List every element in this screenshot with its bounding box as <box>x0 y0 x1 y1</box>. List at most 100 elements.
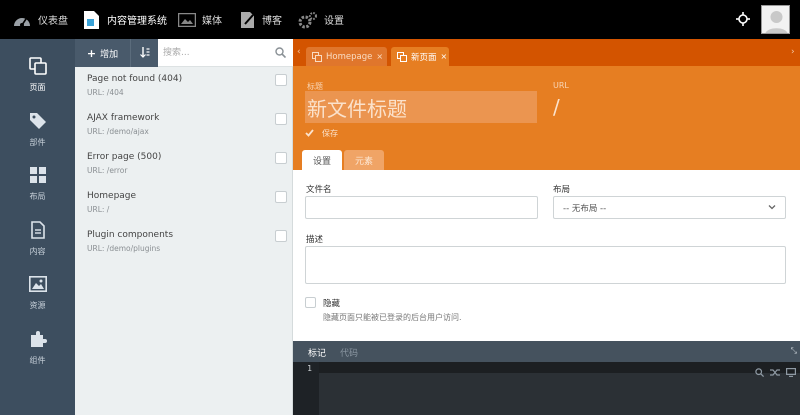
media-icon <box>178 12 196 27</box>
page-item-checkbox[interactable] <box>275 74 287 86</box>
description-textarea[interactable] <box>305 246 786 284</box>
code-editor[interactable] <box>319 362 800 415</box>
page-url-input[interactable] <box>551 91 783 123</box>
search-icon[interactable] <box>755 368 765 380</box>
page-item-title: Page not found (404) <box>87 74 183 84</box>
tab-scroll-right-icon[interactable]: › <box>791 47 795 57</box>
code-toolbar <box>755 368 797 380</box>
save-button[interactable]: 保存 <box>305 128 338 139</box>
page-item-checkbox[interactable] <box>275 152 287 164</box>
add-page-label: 增加 <box>100 49 119 60</box>
layout-select-value: -- 无布局 -- <box>563 203 607 214</box>
page-item-title: Homepage <box>87 191 137 201</box>
nav-cms-label: 内容管理系统 <box>107 16 167 27</box>
sidebar-item-label: 部件 <box>29 138 46 147</box>
layout-select[interactable]: -- 无布局 -- <box>553 196 786 219</box>
sidebar-item-label: 页面 <box>29 83 46 92</box>
page-item-url: URL: /error <box>87 166 128 175</box>
assets-icon <box>28 273 47 295</box>
tab-meta[interactable]: 元素 <box>344 150 384 170</box>
page-item-url: URL: / <box>87 205 110 214</box>
close-icon[interactable]: × <box>376 52 383 61</box>
sidebar-item-label: 内容 <box>29 247 46 256</box>
description-label: 描述 <box>306 235 324 245</box>
sidebar-item-assets[interactable]: 资源 <box>0 273 75 325</box>
page-item-checkbox[interactable] <box>275 191 287 203</box>
nav-cms[interactable]: 内容管理系统 <box>83 0 167 39</box>
layouts-icon <box>29 164 46 186</box>
page-item-checkbox[interactable] <box>275 230 287 242</box>
add-page-button[interactable]: + 增加 <box>75 39 130 67</box>
page-list-item[interactable]: Error page (500) URL: /error <box>75 152 293 191</box>
filename-label: 文件名 <box>306 185 332 195</box>
expand-icon[interactable]: ⤡ <box>791 346 797 356</box>
sidebar-item-components[interactable]: 组件 <box>0 328 75 380</box>
page-title-input[interactable] <box>305 91 537 123</box>
top-navbar: 仪表盘 内容管理系统 媒体 博客 设置 <box>0 0 800 39</box>
shuffle-icon[interactable] <box>770 368 780 380</box>
nav-dashboard[interactable]: 仪表盘 <box>12 0 68 39</box>
document-tabstrip: ‹ Homepage × 新页面 × › <box>293 39 800 66</box>
check-icon <box>305 128 314 139</box>
sort-button[interactable] <box>130 39 158 67</box>
nav-dashboard-label: 仪表盘 <box>38 16 68 27</box>
nav-blog[interactable]: 博客 <box>240 0 282 39</box>
save-label: 保存 <box>322 129 338 138</box>
page-item-checkbox[interactable] <box>275 113 287 125</box>
url-label: URL <box>553 81 569 90</box>
active-line <box>319 362 800 373</box>
avatar[interactable] <box>761 5 790 34</box>
sort-icon <box>139 46 150 61</box>
tab-settings-label: 设置 <box>312 156 331 167</box>
close-icon[interactable]: × <box>441 52 448 61</box>
tab-scroll-left-icon[interactable]: ‹ <box>297 47 301 57</box>
page-item-url: URL: /demo/plugins <box>87 244 161 253</box>
hidden-checkbox[interactable] <box>305 297 316 308</box>
tab-label: Homepage <box>326 51 373 62</box>
tab-code[interactable]: 代码 <box>340 346 358 359</box>
nav-settings-label: 设置 <box>324 16 344 27</box>
filename-input[interactable] <box>305 196 538 219</box>
page-item-title: Plugin components <box>87 230 174 240</box>
sidebar-item-partials[interactable]: 部件 <box>0 110 75 162</box>
page-list-item[interactable]: Homepage URL: / <box>75 191 293 230</box>
page-item-title: AJAX framework <box>87 113 160 123</box>
side-nav: 页面 部件 布局 内容 资源 组件 <box>0 39 75 415</box>
tab-homepage[interactable]: Homepage × <box>306 47 387 66</box>
dashboard-icon <box>12 12 32 28</box>
sidebar-item-pages[interactable]: 页面 <box>0 55 75 107</box>
page-tab-icon <box>312 51 326 62</box>
page-item-title: Error page (500) <box>87 152 162 162</box>
plus-icon: + <box>86 46 97 60</box>
search-icon[interactable] <box>275 47 287 61</box>
tab-markup[interactable]: 标记 <box>308 346 326 359</box>
page-list-item[interactable]: AJAX framework URL: /demo/ajax <box>75 113 293 152</box>
monitor-icon[interactable] <box>786 368 797 380</box>
hidden-label: 隐藏 <box>323 299 341 309</box>
cms-icon <box>83 10 101 30</box>
page-list-panel: + 增加 Page not found (404) URL: /404 AJAX… <box>75 39 293 415</box>
page-search-input[interactable] <box>163 43 267 63</box>
sidebar-item-content[interactable]: 内容 <box>0 219 75 271</box>
components-icon <box>29 328 47 350</box>
sidebar-item-layouts[interactable]: 布局 <box>0 164 75 216</box>
page-list-item[interactable]: Plugin components URL: /demo/plugins <box>75 230 293 269</box>
blog-icon <box>240 11 256 29</box>
hidden-help-text: 隐藏页面只能被已登录的后台用户访问. <box>323 313 462 322</box>
nav-media-label: 媒体 <box>202 16 222 27</box>
chevron-down-icon <box>768 203 776 214</box>
crosshair-icon[interactable] <box>736 12 750 29</box>
tab-meta-label: 元素 <box>354 156 373 167</box>
layout-label: 布局 <box>553 185 571 195</box>
partials-icon <box>29 110 47 132</box>
nav-media[interactable]: 媒体 <box>178 0 222 39</box>
line-number: 1 <box>307 364 312 373</box>
tab-settings[interactable]: 设置 <box>302 150 342 170</box>
page-list-item[interactable]: Page not found (404) URL: /404 <box>75 74 293 113</box>
page-item-url: URL: /404 <box>87 88 124 97</box>
user-avatar-icon <box>765 11 788 33</box>
tab-new-page[interactable]: 新页面 × <box>391 47 449 66</box>
page-item-url: URL: /demo/ajax <box>87 127 149 136</box>
nav-settings[interactable]: 设置 <box>298 0 344 39</box>
sidebar-item-label: 布局 <box>29 192 46 201</box>
